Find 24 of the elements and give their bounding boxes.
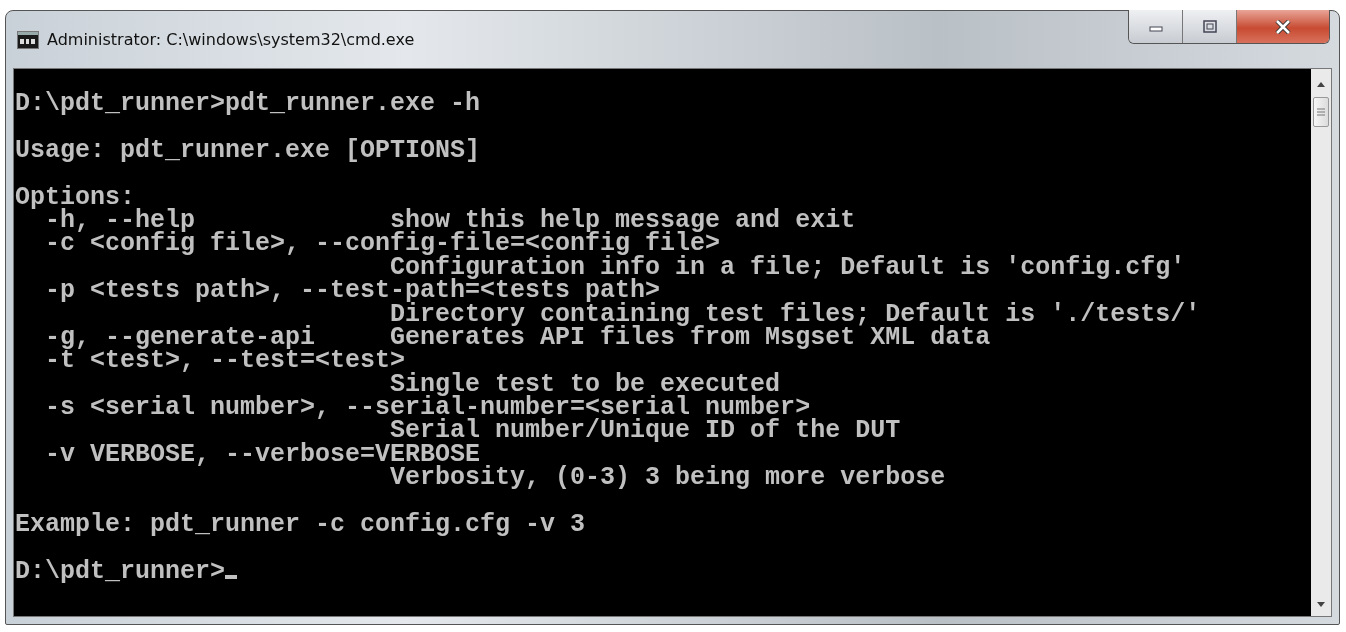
- window-title: Administrator: C:\windows\system32\cmd.exe: [47, 30, 415, 49]
- scroll-up-icon[interactable]: [1316, 81, 1326, 87]
- close-icon: [1274, 19, 1292, 34]
- maximize-icon: [1201, 19, 1218, 34]
- console-line: -c <config file>, --config-file=<config file>: [44, 232, 721, 256]
- console-line: Serial number/Unique ID of the DUT: [390, 419, 901, 443]
- console-line: Usage: pdt_runner.exe [OPTIONS]: [15, 138, 481, 163]
- scroll-down-icon[interactable]: [1316, 602, 1326, 608]
- console-line: -p <tests path>, --test-path=<tests path>: [44, 279, 661, 303]
- close-button[interactable]: [1237, 10, 1329, 43]
- maximize-button[interactable]: [1183, 10, 1237, 43]
- console-line: Options:: [15, 185, 136, 209]
- console-line: Verbosity, (0-3) 3 being more verbose: [389, 466, 946, 490]
- console-prompt: D:\pdt_runner>: [15, 559, 226, 584]
- console-line: D:\pdt_runner>pdt_runner.exe -h: [15, 92, 481, 116]
- console-line: -g, --generate-api Generates API files from Msgset XML data: [44, 325, 991, 350]
- scrollbar-thumb[interactable]: [1313, 97, 1329, 127]
- console-line: Directory containing test files; Default is './tests/': [390, 302, 1201, 326]
- console-icon: [17, 30, 39, 49]
- text-cursor: [225, 575, 238, 580]
- console-line: Example: pdt_runner -c config.cfg -v 3: [15, 513, 586, 537]
- minimize-button[interactable]: [1129, 10, 1183, 43]
- scrollbar[interactable]: [1311, 69, 1331, 616]
- console-line: -t <test>, --test=<test>: [44, 349, 406, 373]
